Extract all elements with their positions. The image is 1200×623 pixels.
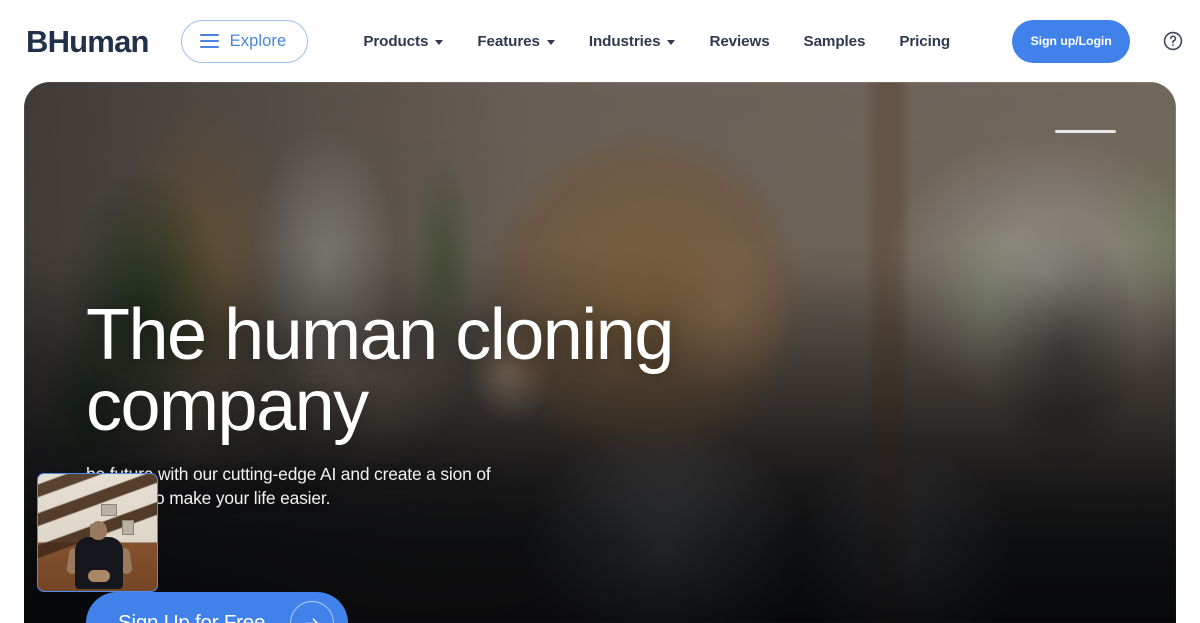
nav-item-samples[interactable]: Samples (787, 33, 883, 50)
hero-section: The human cloning company he future with… (24, 82, 1176, 623)
nav-label-industries: Industries (588, 32, 661, 50)
help-circle-icon[interactable] (1160, 28, 1186, 54)
chevron-down-icon (435, 39, 444, 45)
nav-label-reviews: Reviews (709, 32, 770, 50)
chevron-down-icon (667, 39, 676, 45)
picture-frame-decor (101, 504, 117, 516)
explore-button[interactable]: Explore (180, 19, 309, 63)
header-icon-group (1160, 28, 1200, 54)
hero-title: The human cloning company (86, 295, 674, 446)
picture-frame-decor (122, 520, 134, 535)
nav-label-features: Features (477, 32, 540, 50)
nav-label-pricing: Pricing (899, 32, 951, 50)
nav-item-features[interactable]: Features (460, 33, 572, 50)
nav-item-pricing[interactable]: Pricing (882, 33, 967, 50)
cta-label: Sign Up for Free (118, 611, 266, 623)
video-progress-indicator[interactable] (1055, 130, 1116, 133)
brand-logo[interactable]: BHuman (26, 26, 149, 57)
chevron-down-icon (546, 39, 555, 45)
nav-item-reviews[interactable]: Reviews (692, 33, 786, 50)
explore-button-label: Explore (229, 31, 287, 50)
site-header: BHuman Explore Products Features Industr… (0, 0, 1200, 82)
nav-item-products[interactable]: Products (346, 33, 460, 50)
hero-content: The human cloning company he future with… (86, 295, 1136, 510)
floating-video-preview[interactable] (37, 473, 158, 592)
person-head (90, 521, 107, 540)
nav-label-products: Products (363, 32, 429, 50)
person-hands (88, 570, 110, 582)
nav-item-industries[interactable]: Industries (572, 33, 693, 50)
hamburger-menu-icon (199, 33, 219, 49)
signup-free-cta-button[interactable]: Sign Up for Free (86, 592, 349, 623)
main-navigation: Products Features Industries Reviews Sam… (346, 33, 967, 50)
arrow-right-icon (290, 601, 335, 623)
signup-login-button[interactable]: Sign up/Login (1012, 19, 1131, 63)
nav-label-samples: Samples (803, 32, 866, 50)
